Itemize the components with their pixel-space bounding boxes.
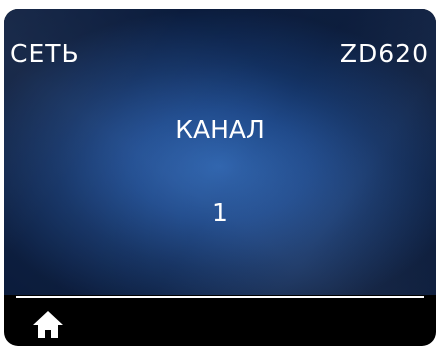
footer-divider [16, 296, 424, 298]
home-button[interactable] [28, 305, 68, 345]
display-screen: СЕТЬ ZD620 КАНАЛ 1 [4, 9, 436, 346]
home-icon [33, 311, 63, 338]
display-content-area: СЕТЬ ZD620 КАНАЛ 1 [4, 9, 436, 295]
printer-display-frame: СЕТЬ ZD620 КАНАЛ 1 [0, 0, 445, 346]
setting-value[interactable]: 1 [4, 198, 436, 227]
printer-model: ZD620 [339, 39, 429, 68]
setting-title: КАНАЛ [175, 115, 265, 144]
menu-title: СЕТЬ [10, 39, 80, 68]
